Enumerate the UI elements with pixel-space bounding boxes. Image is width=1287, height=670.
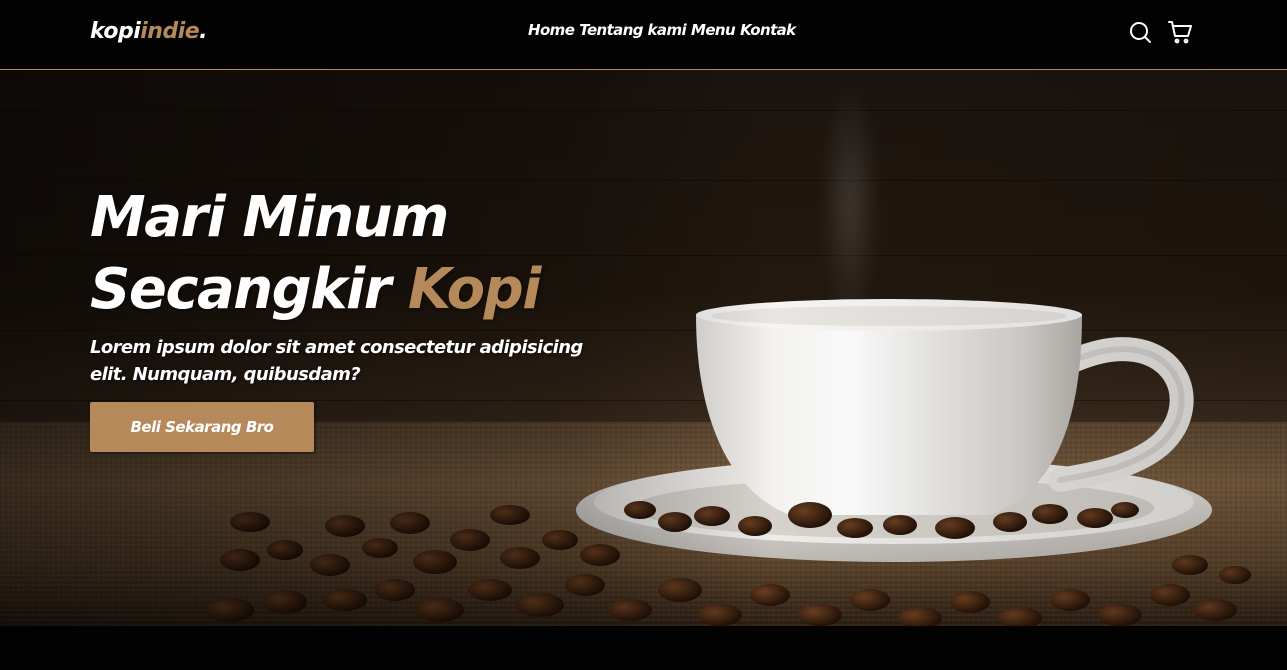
logo-primary: kopi xyxy=(90,19,141,44)
logo-suffix: . xyxy=(199,19,208,44)
shopping-cart-icon[interactable] xyxy=(1167,19,1193,45)
hero-title-line1: Mari Minum xyxy=(90,185,449,250)
logo-accent: indie xyxy=(140,19,200,44)
page-bottom-area xyxy=(0,626,1287,670)
buy-now-button[interactable]: Beli Sekarang Bro xyxy=(90,402,314,452)
search-icon[interactable] xyxy=(1127,19,1153,45)
nav-link-home[interactable]: Home xyxy=(528,21,575,39)
nav-link-kontak[interactable]: Kontak xyxy=(740,21,796,39)
hero-title: Mari Minum Secangkir Kopi xyxy=(90,182,650,326)
nav-link-tentang-kami[interactable]: Tentang kami xyxy=(579,21,686,39)
logo[interactable]: kopiindie. xyxy=(90,19,208,44)
navbar: kopiindie. Home Tentang kami Menu Kontak xyxy=(0,0,1287,70)
hero-section: Mari Minum Secangkir Kopi Lorem ipsum do… xyxy=(0,70,1287,626)
nav-icons xyxy=(1127,19,1193,45)
hero-description: Lorem ipsum dolor sit amet consectetur a… xyxy=(90,337,583,385)
hero-title-accent: Kopi xyxy=(407,257,542,322)
nav-links: Home Tentang kami Menu Kontak xyxy=(528,21,796,39)
nav-link-menu[interactable]: Menu xyxy=(691,21,736,39)
hero-title-line2: Secangkir xyxy=(90,257,408,322)
hero-content: Mari Minum Secangkir Kopi Lorem ipsum do… xyxy=(90,182,650,452)
